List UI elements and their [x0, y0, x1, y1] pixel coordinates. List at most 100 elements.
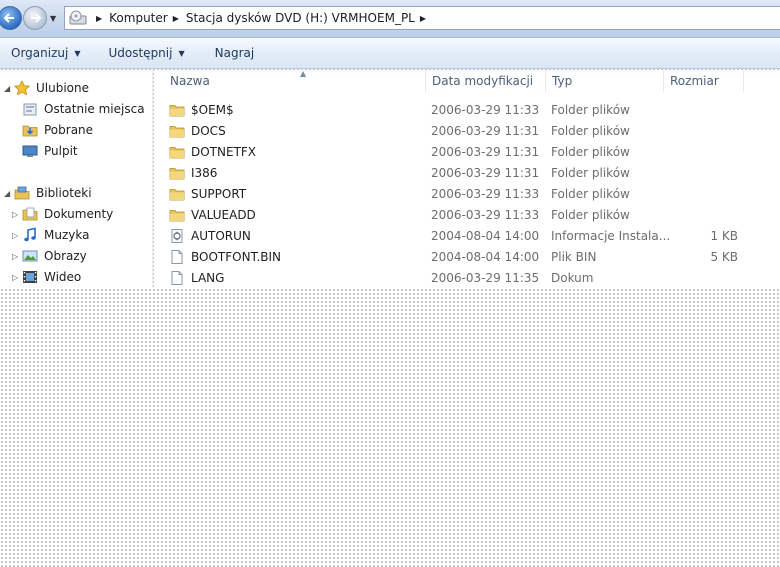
file-name-cell[interactable]: I386: [169, 162, 217, 183]
file-name-cell[interactable]: DOCS: [169, 120, 226, 141]
recent-places-icon: [23, 103, 37, 116]
file-name: DOTNETFX: [191, 144, 257, 159]
table-row[interactable]: VALUEADD 2006-03-29 11:33 Folder plików: [154, 204, 780, 225]
date-modified-cell: 2006-03-29 11:31: [431, 123, 540, 138]
file-name-cell[interactable]: LANG: [169, 267, 224, 288]
table-row[interactable]: DOCS 2006-03-29 11:31 Folder plików: [154, 120, 780, 141]
file-type-cell: Folder plików: [551, 186, 630, 201]
date-modified-cell: 2006-03-29 11:31: [431, 165, 540, 180]
column-header-type[interactable]: Typ: [546, 70, 664, 92]
burn-button[interactable]: Nagraj: [205, 38, 265, 68]
file-size-cell: 5 KB: [710, 249, 738, 264]
table-row[interactable]: LANG 2006-03-29 11:35 Dokum: [154, 267, 780, 288]
file-name-cell[interactable]: $OEM$: [169, 99, 234, 120]
sidebar-item-favorites[interactable]: ◢ Ulubione: [4, 78, 89, 98]
collapse-arrow-icon[interactable]: ◢: [4, 189, 14, 198]
back-button[interactable]: [0, 6, 22, 30]
column-header-label: Typ: [552, 74, 573, 88]
star-icon: [14, 80, 30, 96]
expand-arrow-icon[interactable]: ▷: [12, 252, 22, 261]
expand-arrow-icon[interactable]: ▷: [12, 273, 22, 282]
forward-button[interactable]: [23, 6, 47, 30]
date-modified-cell: 2004-08-04 14:00: [431, 228, 540, 243]
file-icon: [171, 249, 183, 264]
sidebar-item-label: Pulpit: [44, 144, 78, 158]
date-modified-cell: 2006-03-29 11:33: [431, 186, 540, 201]
share-label: Udostępnij: [108, 46, 173, 60]
sidebar-item-libraries[interactable]: ◢ Biblioteki: [4, 183, 92, 203]
desktop-icon: [22, 145, 38, 157]
file-name: SUPPORT: [191, 186, 247, 201]
table-row[interactable]: I386 2006-03-29 11:31 Folder plików: [154, 162, 780, 183]
setup-info-icon: [171, 228, 183, 243]
file-type-cell: Folder plików: [551, 144, 630, 159]
chevron-down-icon: ▼: [74, 48, 81, 58]
file-name-cell[interactable]: BOOTFONT.BIN: [169, 246, 281, 267]
date-modified-cell: 2006-03-29 11:35: [431, 270, 540, 285]
date-modified-cell: 2006-03-29 11:33: [431, 102, 540, 117]
file-size-cell: [664, 141, 738, 162]
column-header-label: Nazwa: [170, 74, 210, 88]
column-header-date[interactable]: Data modyfikacji: [426, 70, 546, 92]
table-row[interactable]: AUTORUN 2004-08-04 14:00 Informacje Instal…: [154, 225, 780, 246]
column-header-size[interactable]: Rozmiar: [664, 70, 744, 92]
file-size-cell: [664, 120, 738, 141]
column-header-label: Rozmiar: [670, 74, 719, 88]
file-name-cell[interactable]: SUPPORT: [169, 183, 246, 204]
column-header-name[interactable]: Nazwa ▲: [164, 69, 426, 92]
table-row[interactable]: DOTNETFX 2006-03-29 11:31 Folder plików: [154, 141, 780, 162]
breadcrumb-chevron-icon[interactable]: ▶: [96, 14, 102, 23]
expand-arrow-icon[interactable]: ▷: [12, 210, 22, 219]
file-type-cell: Folder plików: [551, 123, 630, 138]
sidebar-item-label: Ulubione: [36, 81, 90, 95]
chevron-down-icon: ▼: [178, 48, 185, 58]
dvd-drive-icon: [69, 10, 87, 25]
navigation-pane: ◢ Ulubione Ostatnie miejsca Pobrane Pulp…: [0, 70, 153, 287]
file-size-cell: [664, 162, 738, 183]
sidebar-item-downloads[interactable]: Pobrane: [22, 120, 93, 140]
sidebar-item-recent-places[interactable]: Ostatnie miejsca: [22, 99, 145, 119]
file-name: $OEM$: [191, 102, 234, 117]
organize-button[interactable]: Organizuj ▼: [0, 38, 90, 68]
folder-icon: [169, 146, 185, 158]
expand-arrow-icon[interactable]: ▷: [12, 231, 22, 240]
column-header-row: Nazwa ▲ Data modyfikacji Typ Rozmiar: [154, 69, 780, 92]
address-bar[interactable]: ▶ Komputer ▶ Stacja dysków DVD (H:) VRMH…: [64, 6, 780, 30]
arrow-left-icon: [3, 13, 14, 23]
sidebar-item-label: Pobrane: [44, 123, 94, 137]
file-name-cell[interactable]: VALUEADD: [169, 204, 256, 225]
breadcrumb-computer[interactable]: Komputer: [109, 11, 168, 25]
file-name-cell[interactable]: AUTORUN: [169, 225, 251, 246]
sidebar-item-music[interactable]: ▷ Muzyka: [12, 225, 89, 245]
breadcrumb-chevron-icon[interactable]: ▶: [420, 14, 426, 23]
sidebar-item-pictures[interactable]: ▷ Obrazy: [12, 246, 87, 266]
file-type-cell: Folder plików: [551, 207, 630, 222]
film-strip-icon: [23, 271, 37, 283]
table-row[interactable]: $OEM$ 2006-03-29 11:33 Folder plików: [154, 99, 780, 120]
history-dropdown-icon[interactable]: ▼: [50, 14, 56, 23]
sidebar-item-desktop[interactable]: Pulpit: [22, 141, 78, 161]
breadcrumb-dvd-drive[interactable]: Stacja dysków DVD (H:) VRMHOEM_PL: [186, 11, 415, 25]
folder-icon: [169, 125, 185, 137]
sidebar-item-label: Dokumenty: [44, 207, 114, 221]
collapse-arrow-icon[interactable]: ◢: [4, 84, 14, 93]
organize-label: Organizuj: [11, 46, 69, 60]
table-row[interactable]: SUPPORT 2006-03-29 11:33 Folder plików: [154, 183, 780, 204]
sidebar-item-videos[interactable]: ▷ Wideo: [12, 267, 81, 287]
folder-icon: [169, 188, 185, 200]
sidebar-item-documents[interactable]: ▷ Dokumenty: [12, 204, 113, 224]
file-name: VALUEADD: [191, 207, 256, 222]
documents-library-icon: [22, 207, 38, 221]
folder-icon: [169, 167, 185, 179]
sidebar-item-label: Muzyka: [44, 228, 90, 242]
table-row[interactable]: BOOTFONT.BIN 2004-08-04 14:00 Plik BIN 5 KB: [154, 246, 780, 267]
file-name: DOCS: [191, 123, 226, 138]
date-modified-cell: 2006-03-29 11:33: [431, 207, 540, 222]
breadcrumb-chevron-icon[interactable]: ▶: [173, 14, 179, 23]
burn-label: Nagraj: [214, 46, 255, 60]
file-name-cell[interactable]: DOTNETFX: [169, 141, 256, 162]
file-name: I386: [191, 165, 218, 180]
share-button[interactable]: Udostępnij ▼: [98, 38, 194, 68]
arrow-right-icon: [31, 13, 42, 23]
pictures-icon: [22, 250, 38, 262]
